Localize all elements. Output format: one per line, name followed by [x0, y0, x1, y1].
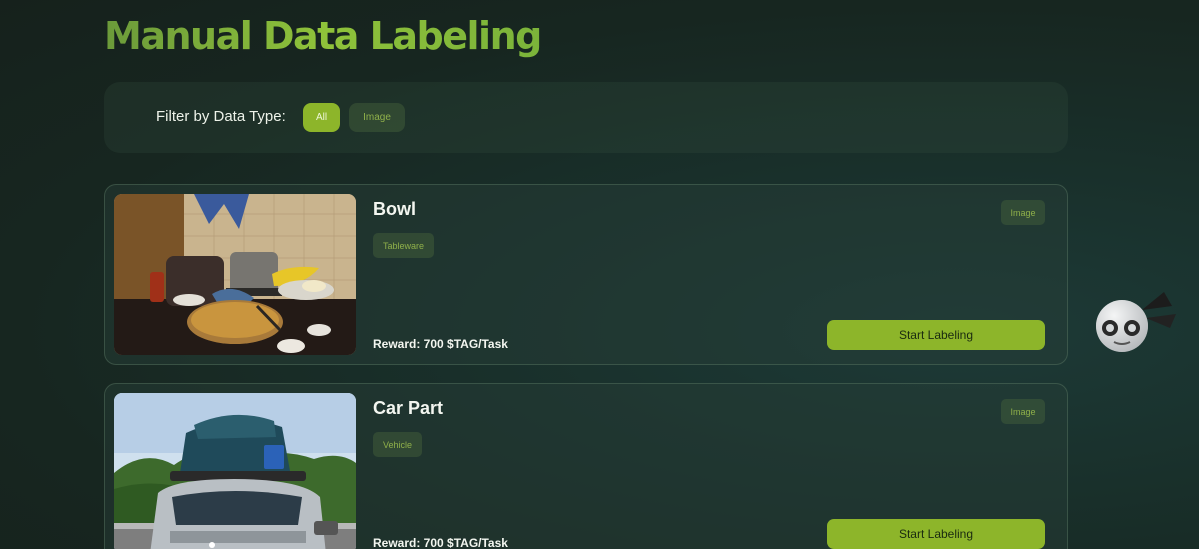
task-card: Bowl Tableware Image Reward: 700 $TAG/Ta…: [104, 184, 1068, 365]
page-title: Manual Data Labeling: [104, 14, 542, 58]
reward-text: Reward: 700 $TAG/Task: [373, 536, 508, 549]
start-labeling-button[interactable]: Start Labeling: [827, 519, 1045, 549]
category-tag: Vehicle: [373, 432, 423, 457]
start-labeling-button[interactable]: Start Labeling: [827, 320, 1045, 350]
filter-panel: Filter by Data Type: All Image: [104, 82, 1068, 153]
task-title: Bowl: [373, 199, 416, 219]
task-thumbnail-kitchen: [114, 194, 356, 355]
filter-label: Filter by Data Type:: [156, 108, 286, 125]
task-card: Car Part Vehicle Image Reward: 700 $TAG/…: [104, 383, 1068, 549]
reward-text: Reward: 700 $TAG/Task: [373, 337, 508, 351]
category-tag: Tableware: [373, 233, 435, 258]
filter-chip-all[interactable]: All: [303, 103, 340, 132]
robot-mascot-icon[interactable]: [1094, 288, 1180, 354]
task-title: Car Part: [373, 398, 444, 418]
task-thumbnail-car: [114, 393, 356, 549]
data-type-badge: Image: [1001, 399, 1045, 424]
data-type-badge: Image: [1001, 200, 1045, 225]
filter-chip-image[interactable]: Image: [349, 103, 405, 132]
